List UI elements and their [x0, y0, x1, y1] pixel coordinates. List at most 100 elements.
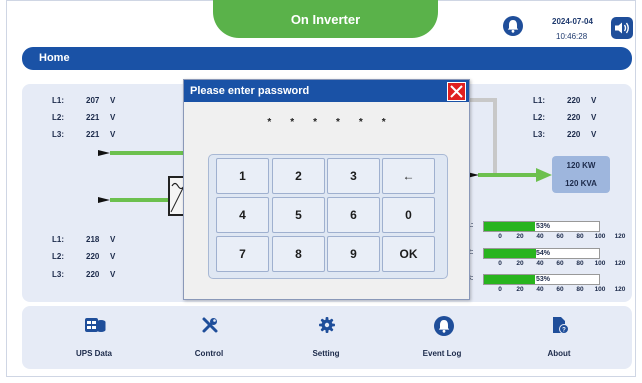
close-icon — [450, 85, 463, 98]
key-backspace[interactable]: ← — [382, 158, 435, 194]
reading-label: L3: — [533, 130, 545, 139]
reading-unit: V — [591, 130, 597, 139]
nav-about[interactable]: ? About — [509, 306, 609, 369]
password-field[interactable]: ****** — [184, 117, 469, 128]
key-0[interactable]: 0 — [382, 197, 435, 233]
nav-ups-data[interactable]: UPS Data — [44, 306, 144, 369]
reading-unit: V — [110, 252, 116, 261]
nav-control[interactable]: Control — [159, 306, 259, 369]
key-5[interactable]: 5 — [272, 197, 325, 233]
speaker-icon — [615, 22, 629, 34]
about-document-icon: ? — [553, 317, 569, 334]
tick-label: 60 — [556, 286, 564, 293]
nav-event-log[interactable]: Event Log — [392, 306, 492, 369]
power-display: 120 KW 120 KVA — [552, 156, 610, 193]
reading-label: L2: — [52, 252, 64, 261]
tick-label: 100 — [594, 286, 606, 293]
reading-label: L2: — [52, 113, 64, 122]
load-bar-1: 1: 53% 0 20 40 60 80 100 120 — [467, 221, 625, 245]
power-kva: 120 KVA — [565, 179, 597, 188]
bell-icon — [434, 316, 454, 336]
reading-label: L1: — [52, 96, 64, 105]
tick-label: 0 — [498, 260, 502, 267]
output-arrow-icon — [536, 168, 552, 182]
load-bar-fill — [484, 222, 535, 231]
tick-label: 60 — [556, 233, 564, 240]
input-flow-line — [110, 151, 186, 155]
dialog-title: Please enter password — [190, 85, 310, 97]
page-title: Home — [39, 52, 70, 64]
bell-icon — [507, 20, 519, 33]
load-bar-2: 2: 54% 0 20 40 60 80 100 120 — [467, 248, 625, 272]
reading-value: 218 — [86, 235, 100, 244]
key-4[interactable]: 4 — [216, 197, 269, 233]
tick-label: 40 — [536, 233, 544, 240]
load-bar-fill — [484, 249, 536, 258]
alarm-bell-button[interactable] — [503, 16, 523, 36]
tick-label: 40 — [536, 286, 544, 293]
tick-label: 80 — [576, 233, 584, 240]
load-bar-track: 53% — [483, 274, 600, 285]
load-bar-3: 3: 53% 0 20 40 60 80 100 120 — [467, 274, 625, 298]
reading-value: 221 — [86, 113, 100, 122]
nav-label: UPS Data — [75, 349, 112, 358]
gear-icon — [319, 317, 335, 333]
key-2[interactable]: 2 — [272, 158, 325, 194]
keypad: 1 2 3 ← 4 5 6 0 7 8 9 OK — [208, 154, 448, 279]
key-8[interactable]: 8 — [272, 236, 325, 272]
dialog-titlebar: Please enter password — [184, 80, 469, 102]
tick-label: 0 — [498, 233, 502, 240]
app-title: On Inverter — [290, 12, 361, 27]
load-bar-track: 53% — [483, 221, 600, 232]
load-bar-track: 54% — [483, 248, 600, 259]
reading-value: 220 — [567, 130, 581, 139]
tick-label: 0 — [498, 286, 502, 293]
nav-setting[interactable]: Setting — [276, 306, 376, 369]
ups-data-icon — [85, 318, 106, 332]
output-flow-line — [478, 173, 540, 177]
tick-label: 20 — [516, 260, 524, 267]
dialog-close-button[interactable] — [447, 82, 466, 101]
nav-label: Control — [194, 349, 224, 358]
status-time: 10:46:28 — [556, 32, 588, 41]
tick-label: 40 — [536, 260, 544, 267]
load-bar-percent: 53% — [536, 223, 551, 230]
reading-unit: V — [110, 113, 116, 122]
reading-unit: V — [110, 96, 116, 105]
reading-label: L2: — [533, 113, 545, 122]
load-bar-ticks: 0 20 40 60 80 100 120 — [480, 233, 625, 243]
bypass-arrow — [98, 197, 110, 203]
password-dialog: Please enter password ****** 1 2 3 ← 4 5… — [183, 79, 470, 300]
reading-label: L1: — [533, 96, 545, 105]
bottom-nav: UPS Data Control Setting Event Log ? Abo… — [22, 306, 632, 369]
tick-label: 100 — [594, 260, 606, 267]
reading-value: 220 — [567, 113, 581, 122]
key-9[interactable]: 9 — [327, 236, 380, 272]
tick-label: 100 — [594, 233, 606, 240]
input-arrow — [98, 150, 110, 156]
sound-button[interactable] — [611, 17, 633, 39]
key-6[interactable]: 6 — [327, 197, 380, 233]
reading-value: 221 — [86, 130, 100, 139]
load-bar-percent: 53% — [536, 276, 551, 283]
load-bar-ticks: 0 20 40 60 80 100 120 — [480, 286, 625, 296]
load-bar-percent: 54% — [536, 250, 551, 257]
svg-text:?: ? — [562, 328, 566, 334]
reading-unit: V — [110, 235, 116, 244]
reading-label: L3: — [52, 270, 64, 279]
key-1[interactable]: 1 — [216, 158, 269, 194]
key-7[interactable]: 7 — [216, 236, 269, 272]
nav-label: About — [547, 349, 571, 358]
reading-unit: V — [591, 113, 597, 122]
key-3[interactable]: 3 — [327, 158, 380, 194]
reading-value: 220 — [86, 252, 100, 261]
title-tab: On Inverter — [213, 0, 438, 38]
reading-unit: V — [110, 270, 116, 279]
reading-value: 207 — [86, 96, 100, 105]
reading-label: L3: — [52, 130, 64, 139]
reading-unit: V — [110, 130, 116, 139]
reading-label: L1: — [52, 235, 64, 244]
page-header: Home — [22, 47, 632, 70]
tick-label: 20 — [516, 233, 524, 240]
key-ok[interactable]: OK — [382, 236, 435, 272]
